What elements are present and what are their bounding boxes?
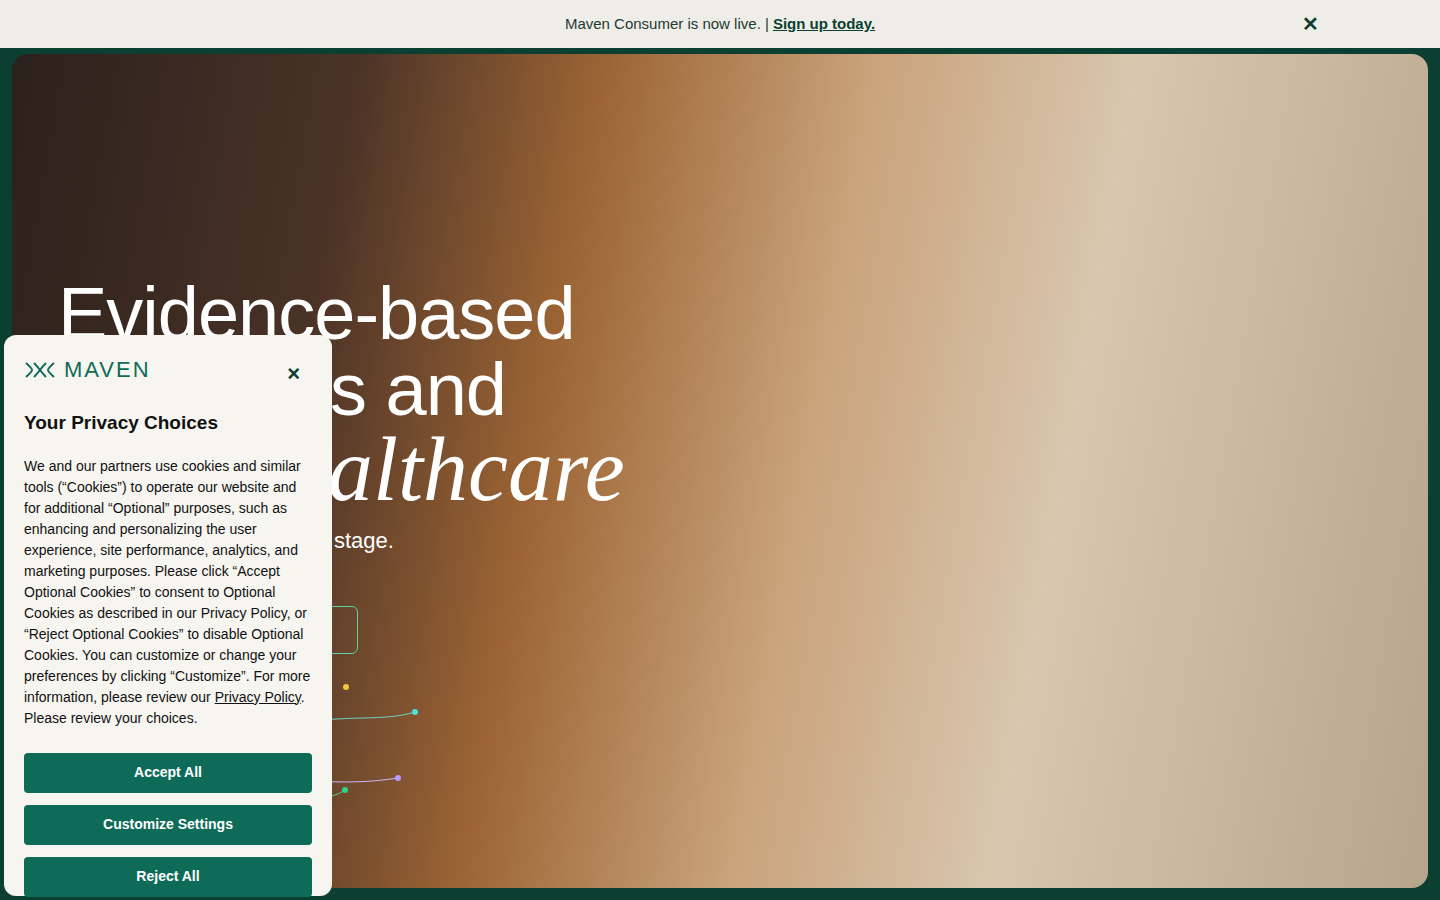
banner-text: Maven Consumer is now live. | — [565, 13, 769, 36]
privacy-panel: MAVEN × Your Privacy Choices We and our par… — [4, 335, 332, 896]
privacy-policy-link[interactable]: Privacy Policy — [215, 689, 301, 705]
maven-logo-icon — [24, 361, 56, 379]
announcement-banner: Maven Consumer is now live. |Sign up tod… — [0, 0, 1440, 48]
hero-heading-line: althcare — [328, 428, 1428, 512]
hero-heading-line: s and — [330, 352, 1428, 428]
hero-subtitle: stage. — [334, 524, 1428, 557]
maven-logo: MAVEN — [24, 359, 151, 381]
signup-link[interactable]: Sign up today. — [773, 13, 875, 36]
privacy-title: Your Privacy Choices — [24, 409, 312, 438]
privacy-button[interactable]: Accept All — [24, 753, 312, 793]
privacy-button[interactable]: Customize Settings — [24, 805, 312, 845]
privacy-close-button[interactable]: × — [287, 363, 300, 385]
privacy-body: We and our partners use cookies and simi… — [24, 456, 312, 729]
privacy-button[interactable]: Reject All — [24, 857, 312, 897]
logo-text: MAVEN — [64, 359, 151, 381]
page: Maven Consumer is now live. |Sign up tod… — [0, 0, 1440, 900]
banner-close-button[interactable]: ✕ — [1298, 10, 1322, 38]
